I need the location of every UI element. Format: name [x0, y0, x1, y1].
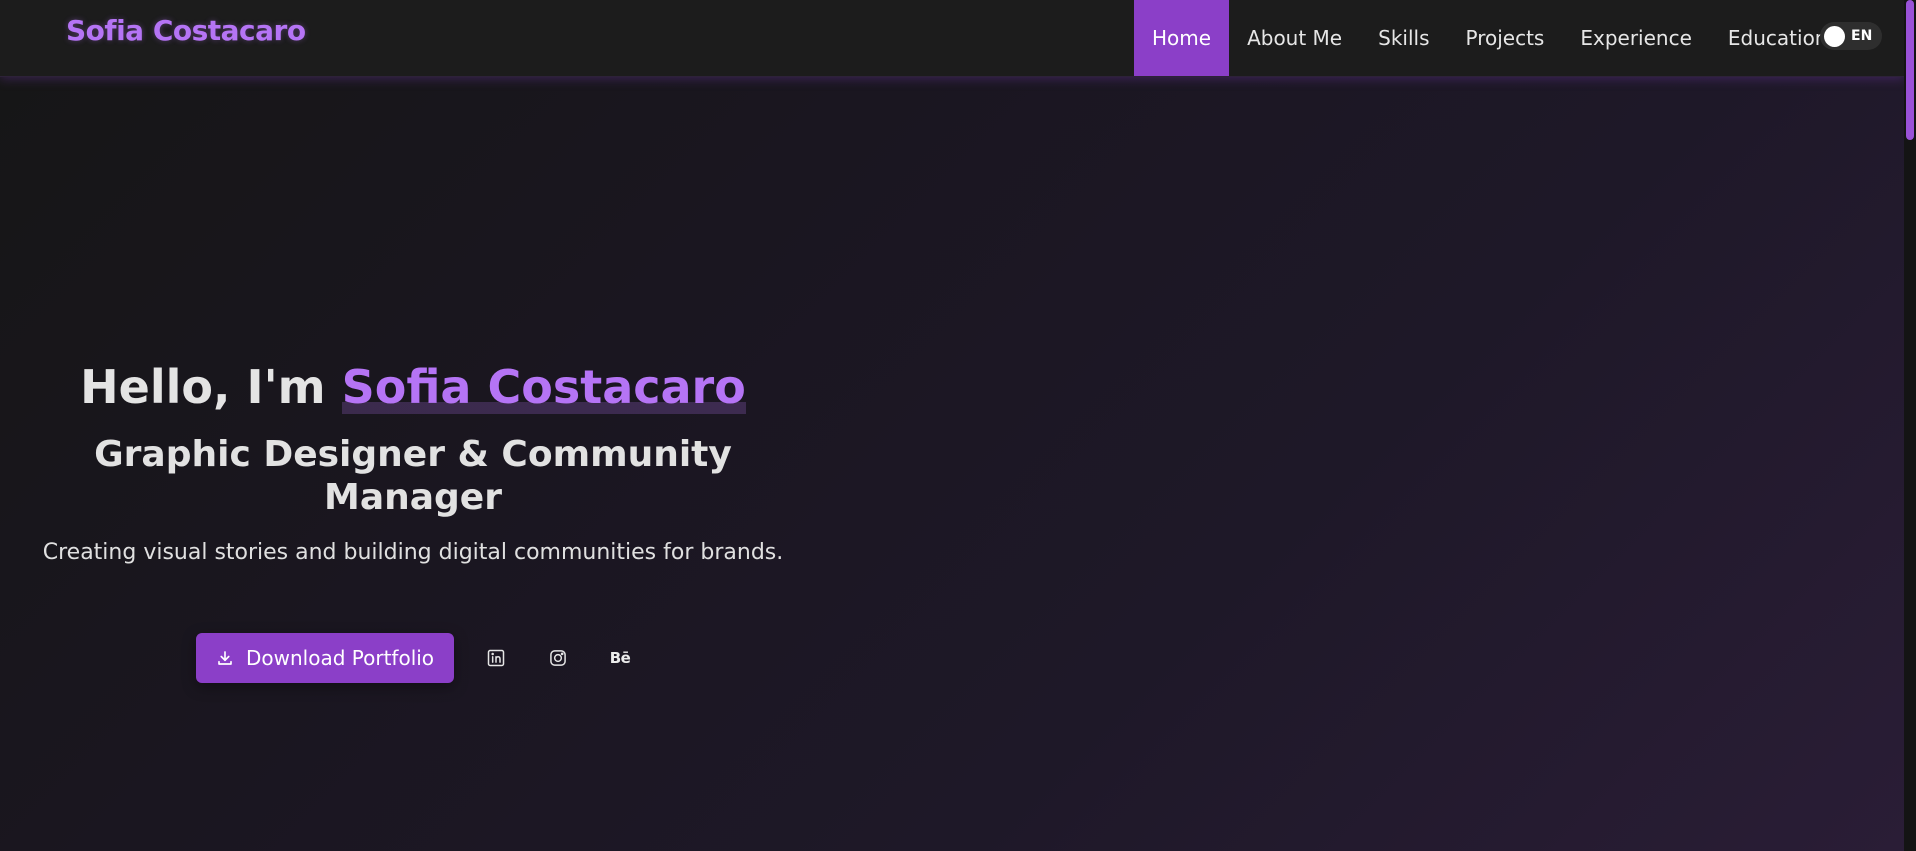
hero-tagline: Creating visual stories and building dig… — [42, 539, 784, 565]
nav-item-experience[interactable]: Experience — [1562, 0, 1710, 76]
hero-greeting: Hello, I'm — [80, 360, 326, 414]
language-toggle[interactable]: EN — [1820, 22, 1882, 50]
hero-title: Hello, I'm Sofia Costacaro — [0, 360, 826, 415]
linkedin-link[interactable] — [476, 638, 516, 678]
brand-logo[interactable]: Sofia Costacaro — [66, 14, 306, 47]
behance-icon: Bē — [609, 649, 631, 667]
nav-item-skills[interactable]: Skills — [1360, 0, 1447, 76]
language-label: EN — [1851, 28, 1873, 44]
download-portfolio-button[interactable]: Download Portfolio — [196, 633, 455, 683]
scrollbar-thumb[interactable] — [1906, 0, 1914, 140]
main-nav: Home About Me Skills Projects Experience… — [1134, 0, 1845, 76]
linkedin-icon — [487, 649, 505, 667]
hero-actions: Download Portfolio Bē — [196, 633, 640, 683]
download-icon — [218, 651, 232, 665]
behance-link[interactable]: Bē — [600, 638, 640, 678]
language-toggle-knob — [1824, 25, 1845, 47]
instagram-icon — [550, 650, 566, 666]
navbar: Sofia Costacaro Home About Me Skills Pro… — [0, 0, 1904, 77]
nav-item-home[interactable]: Home — [1134, 0, 1230, 76]
page: Sofia Costacaro Home About Me Skills Pro… — [0, 0, 1916, 851]
instagram-link[interactable] — [538, 638, 578, 678]
download-portfolio-label: Download Portfolio — [246, 646, 435, 670]
nav-item-about-me[interactable]: About Me — [1229, 0, 1360, 76]
page-scrollbar[interactable] — [1904, 0, 1916, 851]
hero-name: Sofia Costacaro — [341, 360, 746, 414]
hero-section: Hello, I'm Sofia Costacaro Graphic Desig… — [0, 360, 826, 565]
hero-role: Graphic Designer & Community Manager — [94, 434, 732, 519]
nav-item-projects[interactable]: Projects — [1448, 0, 1563, 76]
